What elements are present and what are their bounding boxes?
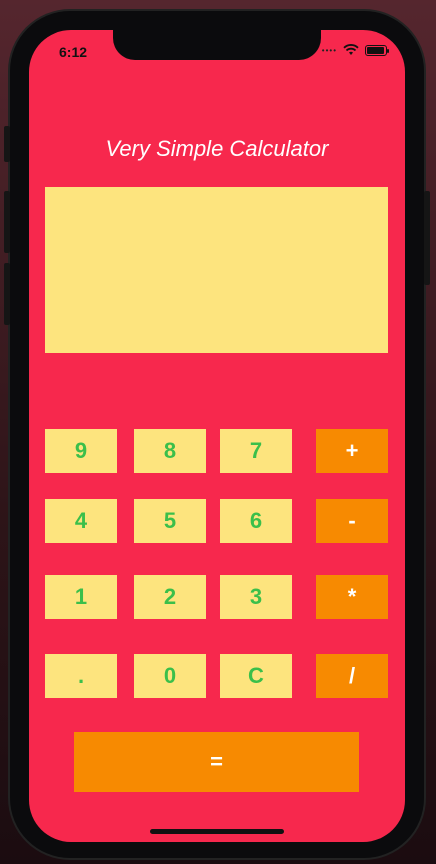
key-3[interactable]: 3 <box>220 575 292 619</box>
mute-switch <box>4 126 10 162</box>
key-decimal[interactable]: . <box>45 654 117 698</box>
wifi-icon <box>343 44 359 55</box>
cellular-dots-icon: •••• <box>321 45 337 55</box>
app-screen: 6:12 •••• Very Simple Calculator 9 8 7 +… <box>29 30 405 842</box>
key-6[interactable]: 6 <box>220 499 292 543</box>
key-clear[interactable]: C <box>220 654 292 698</box>
key-plus[interactable]: + <box>316 429 388 473</box>
notch <box>113 30 321 60</box>
battery-icon <box>365 44 389 56</box>
key-2[interactable]: 2 <box>134 575 206 619</box>
key-5[interactable]: 5 <box>134 499 206 543</box>
key-divide[interactable]: / <box>316 654 388 698</box>
key-0[interactable]: 0 <box>134 654 206 698</box>
home-indicator[interactable] <box>150 829 284 834</box>
key-4[interactable]: 4 <box>45 499 117 543</box>
equals-button[interactable]: = <box>74 732 359 792</box>
status-icons: •••• <box>321 44 389 56</box>
power-button <box>424 191 430 285</box>
volume-up-button <box>4 191 10 253</box>
app-title: Very Simple Calculator <box>105 136 329 161</box>
calculator-display <box>45 187 388 353</box>
key-1[interactable]: 1 <box>45 575 117 619</box>
status-time: 6:12 <box>59 44 88 60</box>
key-8[interactable]: 8 <box>134 429 206 473</box>
key-9[interactable]: 9 <box>45 429 117 473</box>
key-7[interactable]: 7 <box>220 429 292 473</box>
key-multiply[interactable]: * <box>316 575 388 619</box>
volume-down-button <box>4 263 10 325</box>
key-minus[interactable]: - <box>316 499 388 543</box>
